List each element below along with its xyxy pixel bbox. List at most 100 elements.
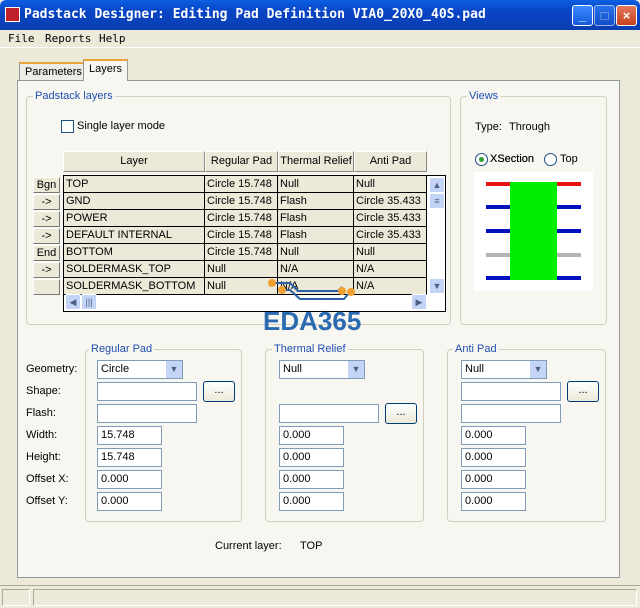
cell-layer[interactable]: GND bbox=[64, 193, 205, 210]
row-button[interactable]: Bgn bbox=[33, 177, 60, 193]
thermal-relief-width-input[interactable]: 0.000 bbox=[279, 426, 344, 445]
cell-regular-pad[interactable]: Circle 15.748 bbox=[205, 244, 278, 261]
xsection-radio[interactable] bbox=[475, 153, 488, 166]
cell-layer[interactable]: SOLDERMASK_BOTTOM bbox=[64, 278, 205, 295]
thermal-relief-height-input[interactable]: 0.000 bbox=[279, 448, 344, 467]
cell-thermal-relief[interactable]: Flash bbox=[278, 227, 354, 244]
row-button[interactable]: -> bbox=[33, 228, 60, 244]
regular-pad-height-input[interactable]: 15.748 bbox=[97, 448, 162, 467]
cell-regular-pad[interactable]: Circle 15.748 bbox=[205, 176, 278, 193]
eda365-watermark-logo: EDA365 bbox=[263, 279, 361, 335]
top-radio[interactable] bbox=[544, 153, 557, 166]
row-button[interactable]: End bbox=[33, 245, 60, 261]
cell-anti-pad[interactable]: Circle 35.433 bbox=[354, 193, 427, 210]
menu-help[interactable]: Help bbox=[99, 32, 126, 45]
chevron-down-icon[interactable]: ▼ bbox=[348, 361, 364, 378]
cell-thermal-relief[interactable]: Null bbox=[278, 176, 354, 193]
thermal-relief-flash-browse-button[interactable]: ... bbox=[385, 403, 417, 424]
chevron-down-icon[interactable]: ▼ bbox=[166, 361, 182, 378]
anti-pad-shape-input[interactable] bbox=[461, 382, 561, 401]
regular-pad-flash-input[interactable] bbox=[97, 404, 197, 423]
cell-layer[interactable]: BOTTOM bbox=[64, 244, 205, 261]
anti-pad-flash-input[interactable] bbox=[461, 404, 561, 423]
regular-pad-offset-y-input[interactable]: 0.000 bbox=[97, 492, 162, 511]
row-button[interactable] bbox=[33, 279, 60, 295]
regular-pad-width-input[interactable]: 15.748 bbox=[97, 426, 162, 445]
cell-layer[interactable]: TOP bbox=[64, 176, 205, 193]
regular-pad-title: Regular Pad bbox=[89, 343, 155, 355]
drill-barrel bbox=[510, 182, 557, 280]
row-button[interactable]: -> bbox=[33, 262, 60, 278]
cell-anti-pad[interactable]: Circle 35.433 bbox=[354, 210, 427, 227]
menu-reports[interactable]: Reports bbox=[45, 32, 91, 45]
column-header-anti-pad[interactable]: Anti Pad bbox=[354, 151, 427, 172]
regular-pad-shape-browse-button[interactable]: ... bbox=[203, 381, 235, 402]
thermal-relief-geometry-select[interactable]: Null ▼ bbox=[279, 360, 365, 379]
row-button[interactable]: -> bbox=[33, 211, 60, 227]
status-bar bbox=[0, 585, 640, 608]
thermal-relief-flash-input[interactable] bbox=[279, 404, 379, 423]
title-bar: Padstack Designer: Editing Pad Definitio… bbox=[0, 0, 640, 30]
column-header-regular-pad[interactable]: Regular Pad bbox=[205, 151, 278, 172]
current-layer-value: TOP bbox=[300, 540, 323, 552]
thermal-relief-offset-x-input[interactable]: 0.000 bbox=[279, 470, 344, 489]
cell-regular-pad[interactable]: Circle 15.748 bbox=[205, 227, 278, 244]
anti-pad-geometry-select[interactable]: Null ▼ bbox=[461, 360, 547, 379]
horizontal-scroll-thumb[interactable]: ||| bbox=[81, 294, 97, 310]
regular-pad-shape-input[interactable] bbox=[97, 382, 197, 401]
cell-anti-pad[interactable]: Circle 35.433 bbox=[354, 227, 427, 244]
thermal-relief-title: Thermal Relief bbox=[272, 343, 348, 355]
menu-bar: File Reports Help bbox=[0, 30, 640, 48]
menu-file[interactable]: File bbox=[8, 32, 35, 45]
tab-layers[interactable]: Layers bbox=[83, 59, 129, 81]
tab-parameters[interactable]: Parameters bbox=[19, 62, 88, 81]
cell-thermal-relief[interactable]: Flash bbox=[278, 193, 354, 210]
svg-text:EDA365: EDA365 bbox=[263, 306, 361, 335]
anti-pad-geometry-value: Null bbox=[465, 363, 484, 375]
cell-layer[interactable]: POWER bbox=[64, 210, 205, 227]
anti-pad-offset-x-input[interactable]: 0.000 bbox=[461, 470, 526, 489]
column-header-layer[interactable]: Layer bbox=[63, 151, 205, 172]
current-layer-label: Current layer: bbox=[215, 540, 282, 552]
maximize-button[interactable]: □ bbox=[594, 5, 615, 26]
geometry-label: Geometry: bbox=[26, 363, 78, 375]
anti-pad-offset-y-input[interactable]: 0.000 bbox=[461, 492, 526, 511]
selected-view-label: XSection bbox=[490, 153, 535, 165]
offset-y-label: Offset Y: bbox=[26, 495, 68, 507]
single-layer-mode-label: Single layer mode bbox=[77, 120, 166, 132]
thermal-relief-offset-y-input[interactable]: 0.000 bbox=[279, 492, 344, 511]
regular-pad-offset-x-input[interactable]: 0.000 bbox=[97, 470, 162, 489]
offset-x-label: Offset X: bbox=[26, 473, 69, 485]
cell-anti-pad[interactable]: Null bbox=[354, 244, 427, 261]
anti-pad-height-input[interactable]: 0.000 bbox=[461, 448, 526, 467]
close-button[interactable]: × bbox=[616, 5, 637, 26]
type-value: Through bbox=[509, 121, 550, 133]
window-title: Padstack Designer: Editing Pad Definitio… bbox=[24, 7, 486, 22]
cell-regular-pad[interactable]: Circle 15.748 bbox=[205, 193, 278, 210]
anti-pad-shape-browse-button[interactable]: ... bbox=[567, 381, 599, 402]
scroll-down-button[interactable]: ▼ bbox=[429, 278, 445, 294]
width-label: Width: bbox=[26, 429, 58, 441]
cell-layer[interactable]: DEFAULT INTERNAL bbox=[64, 227, 205, 244]
cell-thermal-relief[interactable]: Null bbox=[278, 244, 354, 261]
row-button[interactable]: -> bbox=[33, 194, 60, 210]
single-layer-mode-checkbox[interactable] bbox=[61, 120, 74, 133]
chevron-down-icon[interactable]: ▼ bbox=[530, 361, 546, 378]
cell-regular-pad[interactable]: Circle 15.748 bbox=[205, 210, 278, 227]
scroll-left-button[interactable]: ◀ bbox=[65, 294, 81, 310]
minimize-button[interactable]: _ bbox=[572, 5, 593, 26]
top-label: Top bbox=[560, 153, 578, 165]
vertical-scroll-thumb[interactable]: ≡ bbox=[429, 193, 445, 209]
scroll-right-button[interactable]: ▶ bbox=[411, 294, 427, 310]
column-header-thermal-relief[interactable]: Thermal Relief bbox=[278, 151, 354, 172]
cell-anti-pad[interactable]: Null bbox=[354, 176, 427, 193]
regular-pad-geometry-select[interactable]: Circle ▼ bbox=[97, 360, 183, 379]
cell-thermal-relief[interactable]: Flash bbox=[278, 210, 354, 227]
type-label: Type: bbox=[475, 121, 502, 133]
scroll-up-button[interactable]: ▲ bbox=[429, 177, 445, 193]
thermal-relief-geometry-value: Null bbox=[283, 363, 302, 375]
cell-layer[interactable]: SOLDERMASK_TOP bbox=[64, 261, 205, 278]
xsection-preview bbox=[474, 172, 593, 291]
anti-pad-width-input[interactable]: 0.000 bbox=[461, 426, 526, 445]
flash-label: Flash: bbox=[26, 407, 56, 419]
